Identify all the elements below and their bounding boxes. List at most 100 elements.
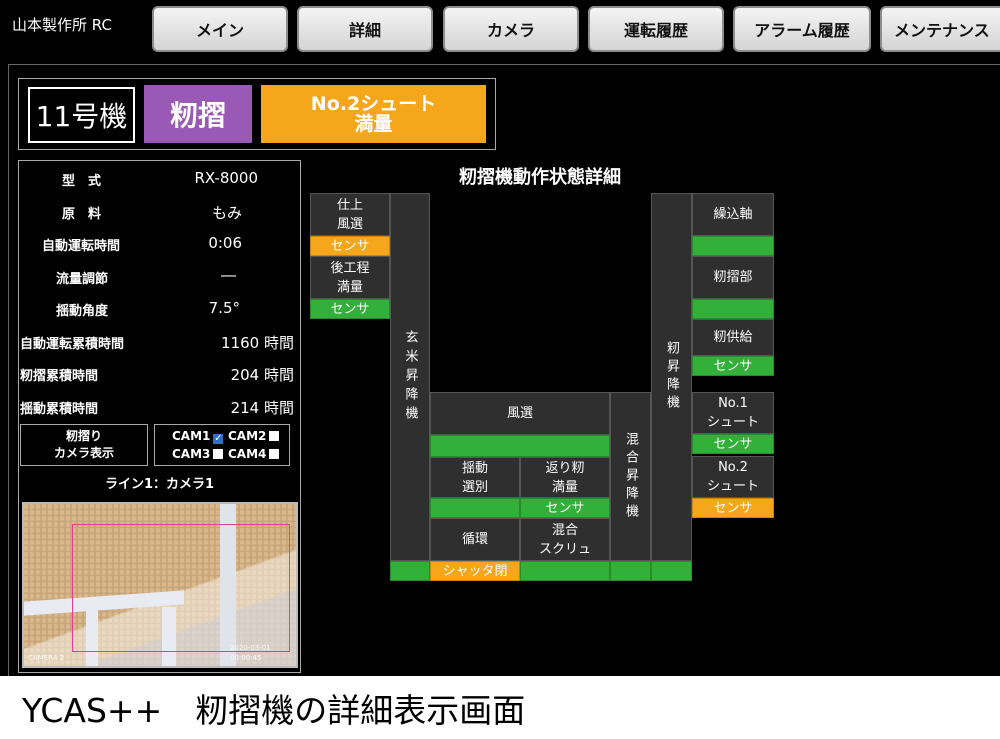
tab-detail[interactable]: 詳細 [297,6,433,52]
post-process-sensor: センサ [310,299,390,319]
camera-name-overlay: CAMERA 2 [28,654,65,662]
info-value-auto-time: 0:06 [208,234,242,252]
info-value-angle: 7.5° [208,299,240,317]
camera-date-overlay: 2020-03-01 [230,644,271,652]
brand-title: 山本製作所 RC [12,16,112,34]
tab-maintenance[interactable]: メンテナンス [880,6,1000,52]
info-label-auto-total: 自動運転累積時間 [20,337,125,352]
camera-roi-box [72,524,290,652]
cam4-label: CAM4 [228,447,267,461]
post-process-full: 後工程 満量 [310,256,390,299]
tab-camera[interactable]: カメラ [443,6,579,52]
swing-select-line-2: 選別 [461,479,488,495]
feed-shaft: 繰込軸 [692,193,774,236]
checkbox-icon[interactable] [213,449,224,459]
paddy-elevator-label: 籾昇降機 [664,341,679,413]
checkbox-icon[interactable] [269,449,280,459]
alarm-line-2: 満量 [354,113,393,135]
alarm-line-1: No.2シュート [310,93,437,115]
swing-select-status [430,498,520,518]
mixing-screw-status [520,561,610,581]
diagram-title: 籾摺機動作状態詳細 [459,167,621,188]
info-label-angle: 揺動角度 [56,304,109,319]
camera-label-line-2: カメラ表示 [53,446,114,460]
brown-rice-elevator-status [390,561,430,581]
no2-chute: No.2 シュート [692,456,774,498]
feed-shaft-status [692,236,774,256]
cam2-option[interactable]: CAM2 [228,429,280,443]
return-paddy-line-2: 満量 [551,479,578,495]
line-camera-label: ライン1：カメラ1 [104,477,215,492]
paddy-feed: 籾供給 [692,319,774,356]
info-label-model: 型 式 [62,174,102,189]
brown-rice-elevator: 玄米昇降機 [390,193,430,561]
checkbox-icon[interactable] [269,431,280,441]
camera-label-line-1: 籾摺り [65,429,102,443]
info-label-material: 原 料 [62,207,102,222]
no1-chute-line-2: シュート [706,415,759,430]
no2-chute-line-2: シュート [706,479,759,494]
finish-air-select: 仕上 風選 [310,193,390,236]
mixing-elevator-label: 混合昇降機 [623,431,638,522]
shutter-closed: シャッタ閉 [430,561,520,581]
air-select: 風選 [430,392,610,435]
tab-alarm-history[interactable]: アラーム履歴 [733,6,871,52]
machine-id: 11号機 [28,87,135,143]
finish-air-line-2: 風選 [336,216,363,232]
no1-chute-sensor: センサ [692,434,774,454]
mixing-screw-line-1: 混合 [551,522,578,538]
mode-badge: 籾摺 [144,85,252,143]
no2-chute-sensor: センサ [692,498,774,518]
info-value-material: もみ [211,204,242,222]
return-paddy-full: 返り籾 満量 [520,457,610,498]
finish-air-line-1: 仕上 [336,197,363,213]
paddy-feed-sensor: センサ [692,356,774,376]
alarm-badge[interactable]: No.2シュート 満量 [261,85,486,143]
cam1-label: CAM1 [172,429,211,443]
info-label-husk-total: 籾摺累積時間 [20,369,99,384]
tab-main[interactable]: メイン [152,6,288,52]
paddy-elevator: 籾昇降機 [651,193,692,561]
checkbox-checked-icon[interactable]: ✓ [213,434,224,444]
mixing-screw-line-2: スクリュ [538,541,591,557]
info-label-auto-time: 自動運転時間 [42,239,121,254]
paddy-elevator-status [651,561,692,581]
cam4-option[interactable]: CAM4 [228,447,280,461]
camera-display-label: 籾摺り カメラ表示 [20,424,148,466]
camera-feed[interactable]: CAMERA 2 2020-03-01 00:00:45 [22,502,298,668]
camera-selector: CAM1 ✓ CAM2 CAM3 CAM4 [154,424,290,466]
tab-run-history[interactable]: 運転履歴 [588,6,724,52]
return-paddy-sensor: センサ [520,498,610,518]
info-label-flow: 流量調節 [56,272,109,287]
circulation: 循環 [430,518,520,561]
info-value-auto-total: 1160 時間 [221,334,294,352]
info-value-model: RX-8000 [194,169,258,187]
husking-unit-status [692,299,774,319]
camera-time-overlay: 00:00:45 [230,654,262,662]
husking-unit: 籾摺部 [692,256,774,299]
no2-chute-line-1: No.2 [718,460,748,475]
cam3-option[interactable]: CAM3 [172,447,224,461]
cam3-label: CAM3 [172,447,211,461]
post-process-line-1: 後工程 [330,260,370,276]
no1-chute-line-1: No.1 [718,396,748,411]
cam1-option[interactable]: CAM1 ✓ [172,429,224,444]
info-value-flow: ― [221,266,236,284]
post-process-line-2: 満量 [336,279,363,295]
app-screen: 山本製作所 RC メイン 詳細 カメラ 運転履歴 アラーム履歴 メンテナンス 1… [0,0,1000,676]
swing-select-line-1: 揺動 [461,460,488,476]
brown-rice-elevator-label: 玄米昇降機 [402,329,418,425]
mixing-screw: 混合 スクリュ [520,518,610,561]
no1-chute: No.1 シュート [692,392,774,434]
return-paddy-line-1: 返り籾 [545,460,585,476]
info-label-swing-total: 揺動累積時間 [20,402,99,417]
info-value-swing-total: 214 時間 [230,399,294,417]
figure-caption: YCAS++ 籾摺機の詳細表示画面 [22,691,526,730]
cam2-label: CAM2 [228,429,267,443]
air-select-status [430,435,610,457]
info-value-husk-total: 204 時間 [230,366,294,384]
mixing-elevator: 混合昇降機 [610,392,651,561]
finish-air-sensor: センサ [310,236,390,256]
swing-select: 揺動 選別 [430,457,520,498]
mixing-elevator-status [610,561,651,581]
